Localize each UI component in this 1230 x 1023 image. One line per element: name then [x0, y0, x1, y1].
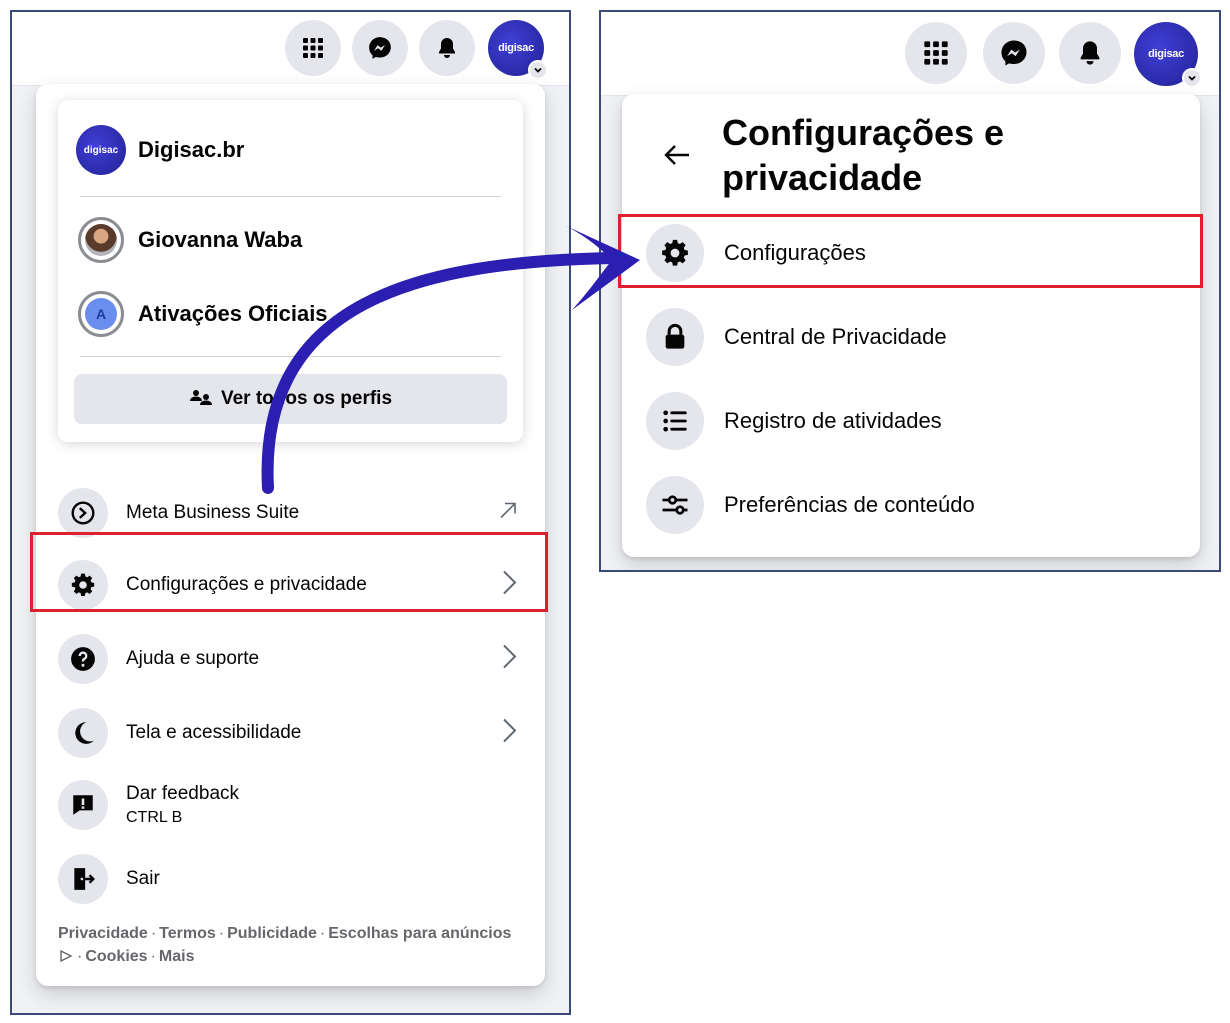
flow-arrow — [261, 226, 640, 494]
